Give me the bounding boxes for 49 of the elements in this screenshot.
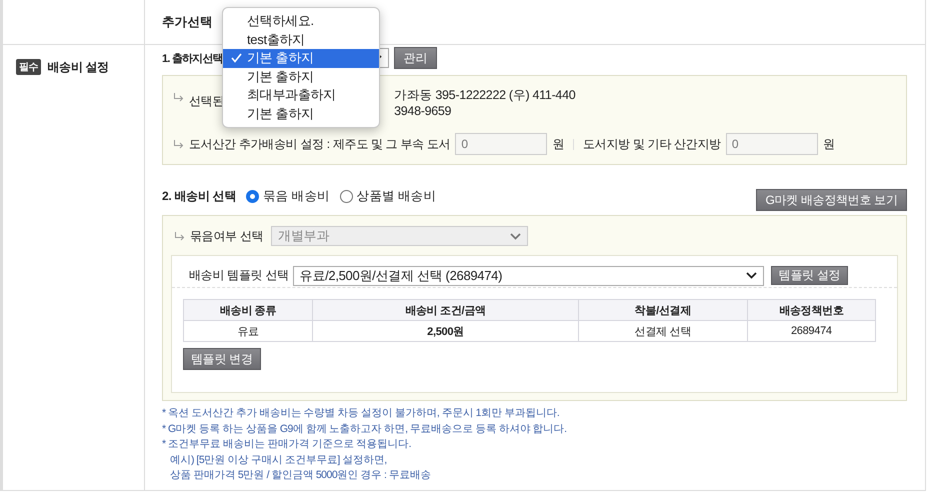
- surcharge-label: 도서지방 및 기타 산간지방: [583, 136, 721, 152]
- menu-option[interactable]: 선택하세요.: [223, 12, 379, 30]
- mountain-fee-field[interactable]: 0: [726, 133, 818, 155]
- template-settings-button[interactable]: 템플릿 설정: [770, 266, 848, 285]
- note-text: * 조건부무료 배송비는 판매가격 기준으로 적용됩니다.: [162, 437, 412, 452]
- template-select[interactable]: 유료/2,500원/선결제 선택 (2689474): [292, 266, 764, 286]
- template-change-button[interactable]: 템플릿 변경: [183, 348, 261, 370]
- field-label: 묶음여부 선택: [190, 228, 264, 244]
- menu-option[interactable]: 최대부과출하지: [223, 86, 379, 104]
- note-text: * 옥션 도서산간 추가 배송비는 수량별 차등 설정이 불가하며, 주문시 1회만 부과됩니다.: [162, 406, 560, 421]
- phone-text: 3948-9659: [394, 103, 452, 119]
- manage-button[interactable]: 관리: [394, 47, 437, 69]
- menu-option[interactable]: 기본 출하지: [223, 49, 379, 68]
- hook-arrow-icon: [174, 232, 185, 240]
- hook-arrow-icon: [173, 93, 184, 102]
- note-text: 예시) [5만원 이상 구매시 조건부무료] 설정하면,: [169, 452, 388, 468]
- table-cell: 유료: [184, 320, 313, 342]
- radio-label: 묶음 배송비: [262, 188, 330, 204]
- radio-label: 상품별 배송비: [356, 188, 436, 204]
- column-header: 배송비 조건/금액: [312, 300, 578, 320]
- chevron-down-icon: [510, 232, 522, 240]
- jeju-fee-field[interactable]: 0: [455, 133, 548, 155]
- unit-text: 원: [552, 136, 564, 152]
- table-cell: 2,500원: [312, 320, 578, 342]
- radio-button[interactable]: [340, 190, 353, 202]
- unit-text: 원: [822, 136, 835, 152]
- hook-arrow-icon: [173, 140, 184, 148]
- column-header: 배송비 종류: [184, 300, 313, 320]
- required-badge: 필수: [16, 59, 42, 75]
- menu-option[interactable]: 기본 출하지: [223, 104, 379, 123]
- surcharge-label: 도서산간 추가배송비 설정 : 제주도 및 그 부속 도서: [189, 136, 450, 152]
- address-text: 가좌동 395-1222222 (우) 411-440: [394, 87, 576, 103]
- column-header: 착불/선결제: [578, 300, 748, 320]
- section-title: 배송비 설정: [47, 59, 109, 76]
- table-cell: 선결제 선택: [578, 320, 748, 342]
- table-cell: 2689474: [747, 320, 876, 342]
- policy-button[interactable]: G마켓 배송정책번호 보기: [756, 189, 907, 211]
- chevron-down-icon: [746, 272, 757, 279]
- field-label: 2. 배송비 선택: [162, 188, 236, 204]
- field-label: 배송비 템플릿 선택: [189, 267, 289, 284]
- radio-button[interactable]: [246, 190, 259, 202]
- column-header: 배송정책번호: [747, 300, 876, 320]
- field-label: 1. 출하지선택: [162, 52, 223, 66]
- menu-option[interactable]: test출하지: [223, 30, 379, 49]
- note-text: * G마켓 등록 하는 상품을 G9에 함께 노출하고자 하면, 무료배송으로 등록 하셔야 합니다.: [162, 422, 568, 436]
- menu-option[interactable]: 기본 출하지: [223, 68, 379, 86]
- field-label: 추가선택: [162, 14, 213, 30]
- checkmark-icon: [231, 53, 242, 63]
- note-text: 상품 판매가격 5만원 / 할인금액 5000원인 경우 : 무료배송: [169, 468, 432, 483]
